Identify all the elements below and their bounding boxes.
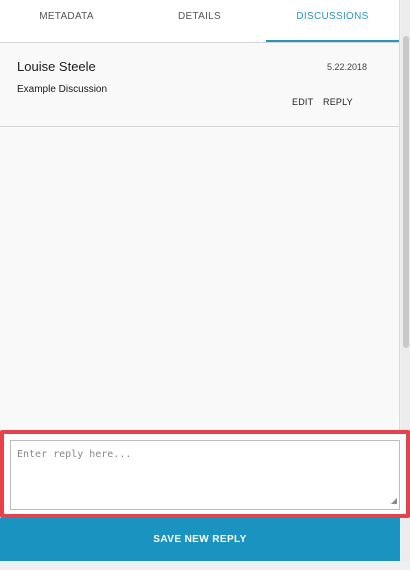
discussion-text: Example Discussion [17,84,108,95]
tab-metadata[interactable]: METADATA [0,0,133,42]
resize-handle-icon[interactable]: ◢ [391,497,397,505]
tab-discussions[interactable]: DISCUSSIONS [266,0,399,42]
tab-bar: METADATA DETAILS DISCUSSIONS [0,0,399,43]
save-new-reply-button[interactable]: SAVE NEW REPLY [0,518,400,561]
reply-button[interactable]: REPLY [323,97,353,107]
discussion-author: Louise Steele [17,59,96,74]
discussion-item: Louise Steele 5.22.2018 Example Discussi… [0,43,399,127]
reply-input[interactable] [10,440,400,510]
bottom-strip [0,561,410,570]
tab-details[interactable]: DETAILS [133,0,266,42]
discussion-date: 5.22.2018 [327,62,368,72]
edit-button[interactable]: EDIT [292,97,313,107]
scrollbar-thumb[interactable] [403,36,409,348]
reply-input-highlight: ◢ [0,430,410,518]
